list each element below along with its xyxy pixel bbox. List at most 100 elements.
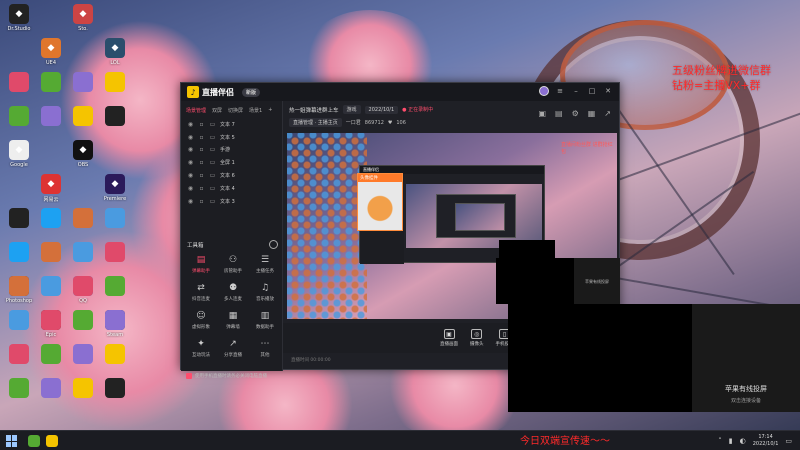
lock-icon[interactable]: ▫ [198, 172, 205, 179]
source-item[interactable]: ◉ ▫ ▭ 文本 3 [187, 195, 276, 208]
eye-icon[interactable]: ◉ [187, 172, 194, 179]
maximize-icon[interactable]: □ [587, 86, 597, 96]
source-item[interactable]: ◉ ▫ ▭ 文本 7 [187, 118, 276, 131]
lock-icon[interactable]: ▫ [198, 198, 205, 205]
lock-icon[interactable]: ▫ [198, 185, 205, 192]
gift-icon[interactable]: ▣ [538, 109, 546, 118]
clock[interactable]: 17:14 2022/10/1 [753, 434, 779, 447]
desktop-icon[interactable] [100, 208, 130, 244]
tool-music[interactable]: ♫ 音乐播放 [249, 282, 281, 302]
control-camera-button[interactable]: ◎ 摄像头 [470, 329, 484, 347]
desktop-icon[interactable] [68, 106, 98, 142]
desktop-icon[interactable] [4, 208, 34, 244]
desktop-icon[interactable] [36, 242, 66, 278]
source-item[interactable]: ◉ ▫ ▭ 全屏 1 [187, 156, 276, 169]
eye-icon[interactable]: ◉ [187, 121, 194, 128]
desktop-icon[interactable]: ◆ Sto. [68, 4, 98, 40]
chevron-up-icon[interactable]: ˄ [718, 437, 722, 445]
tool-data[interactable]: ▥ 数据助手 [249, 310, 281, 330]
desktop-icon[interactable] [100, 378, 130, 414]
desktop-icon[interactable]: ◆ OBS [68, 140, 98, 176]
lock-icon[interactable]: ▫ [198, 159, 205, 166]
desktop-icon[interactable] [36, 106, 66, 142]
eye-icon[interactable]: ◉ [187, 146, 194, 153]
desktop-icon[interactable] [4, 106, 34, 142]
tab-scene-1[interactable]: 场景1 [249, 107, 262, 114]
eye-icon[interactable]: ◉ [187, 198, 194, 205]
stream-title[interactable]: 热一姐弹幕进群上车 [289, 106, 339, 114]
settings-icon[interactable]: ⚙ [572, 109, 579, 118]
desktop-icon[interactable] [100, 72, 130, 108]
eye-icon[interactable]: ◉ [187, 134, 194, 141]
tool-user[interactable]: ⚇ 房管助手 [217, 254, 249, 274]
share-icon[interactable]: ↗ [604, 109, 611, 118]
volume-icon[interactable]: ◐ [740, 437, 746, 445]
user-avatar[interactable] [539, 86, 549, 96]
desktop-icon[interactable] [36, 344, 66, 380]
taskbar-live-companion-icon[interactable] [46, 435, 58, 447]
desktop-icon[interactable]: ◆ 网易云 [36, 174, 66, 210]
desktop-icon[interactable] [100, 276, 130, 312]
desktop-icon[interactable] [36, 310, 66, 346]
eye-icon[interactable]: ◉ [187, 185, 194, 192]
desktop-icon[interactable] [4, 242, 34, 278]
desktop-icon[interactable] [4, 378, 34, 414]
control-screen-button[interactable]: ▣ 直播画面 [440, 329, 458, 347]
desktop-icon[interactable]: ◆ Dr.Studio [4, 4, 34, 40]
desktop-icon[interactable] [68, 378, 98, 414]
store-icon[interactable]: ▦ [588, 109, 596, 118]
iphone-mirror-window[interactable]: 苹果有线投屏 双击连接设备 [508, 304, 800, 412]
avatar-widget-popup[interactable]: 头像挂件 [357, 173, 403, 231]
desktop-icon[interactable] [36, 72, 66, 108]
desktop-icon[interactable] [36, 378, 66, 414]
menu-icon[interactable]: ≡ [555, 86, 565, 96]
tool-game[interactable]: ✦ 互动玩法 [185, 338, 217, 358]
desktop-icon[interactable] [4, 72, 34, 108]
tab-scene-manage[interactable]: 场景管理 [186, 107, 206, 114]
desktop-icon[interactable] [68, 242, 98, 278]
lock-icon[interactable]: ▫ [198, 134, 205, 141]
tool-task[interactable]: ☰ 主播任务 [249, 254, 281, 274]
desktop-icon[interactable] [4, 344, 34, 380]
desktop-icon[interactable] [68, 344, 98, 380]
mirror-window-small[interactable]: 苹果有线投屏 [496, 258, 620, 304]
tool-chat[interactable]: ▤ 弹幕助手 [185, 254, 217, 274]
desktop-icon[interactable] [68, 276, 98, 312]
source-item[interactable]: ◉ ▫ ▭ 手游 [187, 144, 276, 157]
category-tag[interactable]: 游戏 [342, 105, 361, 114]
close-icon[interactable]: ✕ [603, 86, 613, 96]
desktop-icon[interactable]: ◆ Google [4, 140, 34, 176]
network-icon[interactable]: ▮ [729, 437, 733, 445]
notification-icon[interactable]: ▭ [785, 437, 792, 445]
desktop-icon[interactable] [68, 72, 98, 108]
desktop-icon[interactable]: ◆ UE4 [36, 38, 66, 74]
desktop-icon[interactable]: ◆ LOL [100, 38, 130, 74]
source-item[interactable]: ◉ ▫ ▭ 文本 5 [187, 131, 276, 144]
toolbox-settings-icon[interactable] [269, 240, 278, 249]
desktop-icon[interactable] [68, 208, 98, 244]
desktop-icon[interactable]: ◆ Premiere [100, 174, 130, 210]
tool-avatar[interactable]: ☺ 虚拟形象 [185, 310, 217, 330]
source-item[interactable]: ◉ ▫ ▭ 文本 6 [187, 169, 276, 182]
source-item[interactable]: ◉ ▫ ▭ 文本 4 [187, 182, 276, 195]
desktop-icon[interactable] [68, 310, 98, 346]
tool-link[interactable]: ⇄ 抖音连麦 [185, 282, 217, 302]
eye-icon[interactable]: ◉ [187, 159, 194, 166]
desktop-icon[interactable] [100, 310, 130, 346]
desktop-icon[interactable] [4, 276, 34, 312]
minimize-icon[interactable]: – [571, 86, 581, 96]
taskbar-app-icon[interactable] [28, 435, 40, 447]
chat-icon[interactable]: ▤ [555, 109, 563, 118]
tab-dual-screen[interactable]: 双屏 [212, 107, 222, 114]
room-manage-label[interactable]: 直播管理 · 主播主页 [289, 118, 342, 127]
desktop-icon[interactable] [4, 310, 34, 346]
tool-more[interactable]: ⋯ 其他 [249, 338, 281, 358]
desktop-icon[interactable] [100, 106, 130, 142]
desktop-icon[interactable] [100, 344, 130, 380]
lock-icon[interactable]: ▫ [198, 121, 205, 128]
mirror-subtitle[interactable]: 双击连接设备 [731, 397, 761, 404]
windows-start-icon[interactable] [6, 435, 18, 447]
tool-wall[interactable]: ▦ 弹幕墙 [217, 310, 249, 330]
desktop-icon[interactable] [100, 242, 130, 278]
add-scene-button[interactable]: + [268, 107, 272, 114]
